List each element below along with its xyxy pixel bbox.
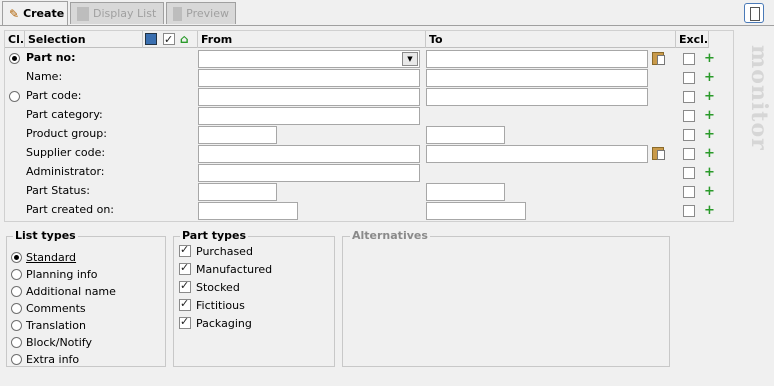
name-to-field[interactable] [426, 69, 648, 87]
part-created-from-field[interactable] [198, 202, 298, 220]
list-type-label: Extra info [26, 353, 80, 366]
selection-header: Cl. Selection ⌂ From To Excl. [5, 31, 709, 48]
label-part-status: Part Status: [26, 184, 90, 197]
excl-checkbox[interactable] [683, 72, 695, 84]
part-status-to-field[interactable] [426, 183, 505, 201]
tab-divider [0, 25, 774, 26]
radio-part-code[interactable] [9, 91, 20, 102]
col-to: To [426, 31, 676, 48]
tab-display-list-label: Display List [93, 7, 157, 20]
add-icon[interactable]: + [704, 52, 715, 65]
add-icon[interactable]: + [704, 109, 715, 122]
label-part-category: Part category: [26, 108, 103, 121]
part-type-checkbox[interactable] [179, 315, 191, 329]
tab-preview-label: Preview [186, 7, 229, 20]
part-type-label: Fictitious [196, 299, 245, 312]
list-type-label: Block/Notify [26, 336, 92, 349]
list-type-radio[interactable] [11, 252, 22, 263]
label-product-group: Product group: [26, 127, 107, 140]
add-icon[interactable]: + [704, 90, 715, 103]
add-icon[interactable]: + [704, 204, 715, 217]
pencil-icon: ✎ [9, 6, 20, 21]
part-type-label: Manufactured [196, 263, 273, 276]
part-type-checkbox[interactable] [179, 279, 191, 293]
label-supplier-code: Supplier code: [26, 146, 106, 159]
excl-checkbox[interactable] [683, 53, 695, 65]
col-selection: Selection [25, 31, 143, 48]
home-icon[interactable]: ⌂ [180, 31, 189, 48]
add-icon[interactable]: + [704, 71, 715, 84]
list-type-label: Additional name [26, 285, 116, 298]
excl-checkbox[interactable] [683, 167, 695, 179]
add-icon[interactable]: + [704, 128, 715, 141]
part-code-to-field[interactable] [426, 88, 648, 106]
excl-checkbox[interactable] [683, 110, 695, 122]
list-type-label: Standard [26, 251, 77, 264]
label-part-no: Part no: [26, 51, 76, 64]
preview-icon [173, 6, 183, 21]
chevron-down-icon[interactable]: ▼ [402, 52, 418, 66]
list-type-radio[interactable] [11, 269, 22, 280]
save-icon[interactable] [145, 33, 157, 45]
col-from: From [198, 31, 426, 48]
list-type-radio[interactable] [11, 303, 22, 314]
list-type-radio[interactable] [11, 337, 22, 348]
brand-logo: monitor [746, 45, 772, 151]
header-tools: ⌂ [143, 31, 198, 48]
label-name: Name: [26, 70, 63, 83]
radio-part-no[interactable] [9, 53, 20, 64]
part-type-checkbox[interactable] [179, 243, 191, 257]
list-type-radio[interactable] [11, 320, 22, 331]
product-group-from-field[interactable] [198, 126, 277, 144]
excl-checkbox[interactable] [683, 148, 695, 160]
col-excl: Excl. [676, 31, 709, 48]
excl-checkbox[interactable] [683, 129, 695, 141]
part-type-label: Purchased [196, 245, 253, 258]
tab-bar: ✎ Create Display List Preview [0, 0, 774, 26]
label-part-code: Part code: [26, 89, 82, 102]
tab-display-list[interactable]: Display List [70, 2, 164, 24]
add-icon[interactable]: + [704, 166, 715, 179]
part-category-field[interactable] [198, 107, 420, 125]
check-all-icon[interactable] [163, 31, 175, 48]
list-type-radio[interactable] [11, 286, 22, 297]
part-code-from-field[interactable] [198, 88, 420, 106]
part-type-checkbox[interactable] [179, 261, 191, 275]
excl-checkbox[interactable] [683, 186, 695, 198]
list-type-radio[interactable] [11, 354, 22, 365]
part-type-checkbox[interactable] [179, 297, 191, 311]
document-icon[interactable] [744, 3, 764, 23]
label-administrator: Administrator: [26, 165, 105, 178]
part-no-from-field[interactable]: ▼ [198, 50, 420, 68]
excl-checkbox[interactable] [683, 205, 695, 217]
part-type-label: Packaging [196, 317, 252, 330]
tab-create[interactable]: ✎ Create [2, 1, 68, 25]
name-from-field[interactable] [198, 69, 420, 87]
supplier-code-to-field[interactable] [426, 145, 648, 163]
excl-checkbox[interactable] [683, 91, 695, 103]
part-type-label: Stocked [196, 281, 240, 294]
supplier-code-from-field[interactable] [198, 145, 420, 163]
alternatives-group [342, 236, 670, 367]
product-group-to-field[interactable] [426, 126, 505, 144]
alternatives-title: Alternatives [350, 229, 430, 242]
list-types-title: List types [13, 229, 78, 242]
part-status-from-field[interactable] [198, 183, 277, 201]
part-no-to-field[interactable] [426, 50, 648, 68]
list-type-label: Translation [26, 319, 86, 332]
label-part-created-on: Part created on: [26, 203, 115, 216]
add-icon[interactable]: + [704, 147, 715, 160]
part-created-to-field[interactable] [426, 202, 526, 220]
list-type-label: Planning info [26, 268, 98, 281]
tab-create-label: Create [23, 7, 65, 20]
add-icon[interactable]: + [704, 185, 715, 198]
list-type-label: Comments [26, 302, 86, 315]
clipboard-icon[interactable] [652, 145, 666, 161]
tab-preview[interactable]: Preview [166, 2, 236, 24]
list-icon [77, 6, 89, 21]
col-cl: Cl. [5, 31, 25, 48]
part-types-title: Part types [180, 229, 249, 242]
clipboard-icon[interactable] [652, 50, 666, 66]
administrator-field[interactable] [198, 164, 420, 182]
